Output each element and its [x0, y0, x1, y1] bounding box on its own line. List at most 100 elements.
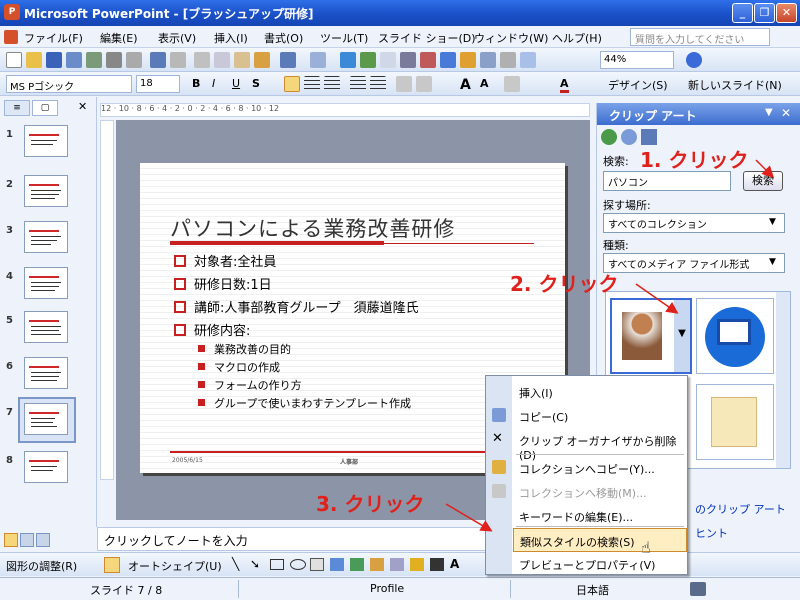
diagram-icon[interactable]	[440, 52, 456, 68]
font-color-icon[interactable]: A	[560, 77, 569, 93]
textbox-icon[interactable]	[310, 558, 324, 571]
insert-picture-icon[interactable]	[420, 52, 436, 68]
underline-button[interactable]: U	[232, 77, 240, 90]
grow-font-icon[interactable]: A	[460, 77, 471, 93]
diagram-tool-icon[interactable]	[350, 558, 364, 571]
line-color-icon[interactable]	[430, 558, 444, 571]
rectangle-icon[interactable]	[270, 559, 284, 570]
slide-title[interactable]: パソコンによる業務改善研修	[170, 213, 455, 243]
new-slide-button[interactable]: 新しいスライド(N)	[688, 77, 782, 93]
menu-help[interactable]: ヘルプ(H)	[552, 30, 602, 46]
back-icon[interactable]	[601, 129, 617, 145]
slide-thumbnail-4[interactable]	[24, 267, 68, 299]
forward-icon[interactable]	[621, 129, 637, 145]
results-scrollbar[interactable]	[776, 292, 790, 468]
zoom-combo[interactable]: 44%	[600, 51, 674, 69]
grid-icon[interactable]	[500, 52, 516, 68]
menu-tools[interactable]: ツール(T)	[320, 30, 368, 46]
sub-bullet-item[interactable]: マクロの作成	[198, 359, 280, 375]
align-left-icon[interactable]	[284, 76, 300, 92]
task-pane-close-icon[interactable]: ✕	[781, 106, 791, 120]
menu-item-find-similar[interactable]: 類似スタイルの検索(S)	[513, 528, 687, 552]
redo-icon[interactable]	[310, 52, 326, 68]
table-icon[interactable]	[360, 52, 376, 68]
open-icon[interactable]	[26, 52, 42, 68]
bullets-icon[interactable]	[370, 76, 386, 92]
chevron-down-icon[interactable]: ▼	[769, 217, 776, 227]
slide-thumbnail-2[interactable]	[24, 175, 68, 207]
clipart-result-computer[interactable]	[696, 298, 774, 374]
slide-thumbnail-8[interactable]	[24, 451, 68, 483]
bullet-item[interactable]: 研修内容:	[174, 320, 250, 339]
picture-icon[interactable]	[390, 558, 404, 571]
numbering-icon[interactable]	[350, 76, 366, 92]
menu-item-preview-properties[interactable]: プレビューとプロパティ(V)	[513, 552, 687, 576]
type-select[interactable]: すべてのメディア ファイル形式	[603, 253, 785, 273]
slide-thumbnail-7[interactable]	[24, 403, 68, 435]
menu-view[interactable]: 表示(V)	[158, 30, 196, 46]
slide-thumbnail-5[interactable]	[24, 311, 68, 343]
location-select[interactable]: すべてのコレクション	[603, 213, 785, 233]
normal-view-icon[interactable]	[4, 533, 18, 547]
clipart-result-person[interactable]: ▼	[610, 298, 692, 374]
clipart-result-monitor[interactable]	[696, 384, 774, 460]
wordart-icon[interactable]	[330, 558, 344, 571]
research-icon[interactable]	[170, 52, 186, 68]
clipart-dropdown-button[interactable]: ▼	[674, 300, 690, 372]
search-button[interactable]: 検索	[743, 171, 783, 191]
design-button[interactable]: デザイン(S)	[608, 77, 668, 93]
help-search-input[interactable]: 質問を入力してください	[630, 28, 770, 46]
tips-link[interactable]: ヒント	[695, 525, 728, 541]
format-painter-icon[interactable]	[254, 52, 270, 68]
menu-window[interactable]: ウィンドウ(W)	[474, 30, 548, 46]
font-name-combo[interactable]: MS Pゴシック	[6, 75, 132, 93]
new-icon[interactable]	[6, 52, 22, 68]
menu-item-insert[interactable]: 挿入(I)	[513, 380, 687, 404]
print-icon[interactable]	[106, 52, 122, 68]
slide-thumbnail-6[interactable]	[24, 357, 68, 389]
document-icon[interactable]	[4, 30, 18, 44]
menu-edit[interactable]: 編集(E)	[100, 30, 138, 46]
oval-icon[interactable]	[290, 559, 306, 570]
slideshow-icon[interactable]	[36, 533, 50, 547]
paste-icon[interactable]	[234, 52, 250, 68]
maximize-button[interactable]: ❐	[754, 3, 775, 23]
close-button[interactable]: ✕	[776, 3, 797, 23]
decrease-indent-icon[interactable]	[504, 76, 520, 92]
color-grayscale-icon[interactable]	[520, 52, 536, 68]
draw-menu-button[interactable]: 図形の調整(R)	[6, 558, 77, 574]
font-size-combo[interactable]: 18	[136, 75, 180, 93]
font-color-draw-icon[interactable]: A	[450, 557, 459, 571]
select-objects-icon[interactable]	[104, 557, 120, 573]
spellcheck-status-icon[interactable]	[690, 582, 706, 596]
bullet-item[interactable]: 研修日数:1日	[174, 274, 272, 293]
spelling-icon[interactable]	[150, 52, 166, 68]
outdent-icon[interactable]	[416, 76, 432, 92]
clipart-online-link[interactable]: のクリップ アート	[695, 501, 786, 517]
chevron-down-icon[interactable]: ▼	[769, 257, 776, 267]
minimize-button[interactable]: _	[732, 3, 753, 23]
menu-item-delete[interactable]: クリップ オーガナイザから削除(D)	[513, 428, 687, 462]
menu-item-copy[interactable]: コピー(C)	[513, 404, 687, 428]
bold-button[interactable]: B	[192, 77, 200, 90]
slide-thumbnail-1[interactable]	[24, 125, 68, 157]
insert-chart-icon[interactable]	[400, 52, 416, 68]
menu-insert[interactable]: 挿入(I)	[214, 30, 248, 46]
close-pane-icon[interactable]: ✕	[78, 100, 87, 113]
permission-icon[interactable]	[66, 52, 82, 68]
menu-file[interactable]: ファイル(F)	[24, 30, 83, 46]
cut-icon[interactable]	[194, 52, 210, 68]
task-pane-dropdown-icon[interactable]: ▼	[765, 107, 773, 118]
help-icon[interactable]	[686, 52, 702, 68]
expand-icon[interactable]	[460, 52, 476, 68]
undo-icon[interactable]	[280, 52, 296, 68]
menu-item-copy-to-collection[interactable]: コレクションへコピー(Y)...	[513, 456, 687, 480]
tab-slides[interactable]: ▢	[32, 100, 58, 116]
bullet-item[interactable]: 講師:人事部教育グループ 須藤道隆氏	[174, 297, 419, 316]
shadow-button[interactable]: S	[252, 77, 260, 90]
clipart-icon[interactable]	[370, 558, 384, 571]
indent-icon[interactable]	[396, 76, 412, 92]
slide-sorter-icon[interactable]	[20, 533, 34, 547]
sub-bullet-item[interactable]: フォームの作り方	[198, 377, 302, 393]
tab-outline[interactable]: ≡	[4, 100, 30, 116]
